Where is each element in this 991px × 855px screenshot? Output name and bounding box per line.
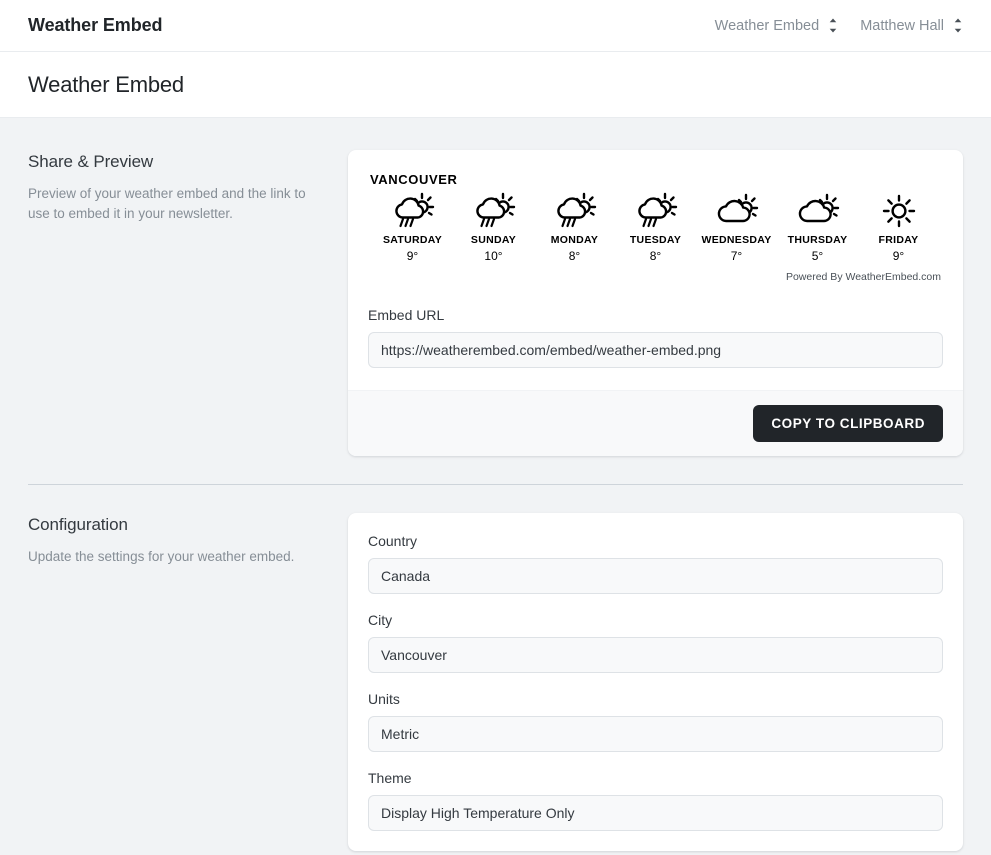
configuration-section-aside: Configuration Update the settings for yo…: [28, 513, 348, 567]
forecast-day: THURSDAY 5°: [777, 191, 858, 263]
section-divider: [28, 484, 963, 485]
embed-url-input[interactable]: [368, 332, 943, 368]
share-section-body: VANCOUVER: [348, 150, 963, 456]
configuration-section-description: Update the settings for your weather emb…: [28, 547, 318, 567]
app-brand-title: Weather Embed: [28, 15, 162, 36]
share-preview-card: VANCOUVER: [348, 150, 963, 456]
units-label: Units: [368, 691, 943, 707]
country-field-group: Country: [368, 533, 943, 594]
up-down-chevron-icon: [953, 17, 963, 34]
app-selector[interactable]: Weather Embed: [715, 17, 839, 34]
forecast-day: FRIDAY 9°: [858, 191, 939, 263]
page-title-bar: Weather Embed: [0, 52, 991, 118]
forecast-day-name: THURSDAY: [788, 234, 848, 246]
forecast-day: SUNDAY 10°: [453, 191, 534, 263]
theme-label: Theme: [368, 770, 943, 786]
forecast-day-temp: 9°: [893, 249, 904, 263]
city-field-group: City: [368, 612, 943, 673]
share-section-heading: Share & Preview: [28, 152, 318, 172]
theme-input[interactable]: [368, 795, 943, 831]
city-label: City: [368, 612, 943, 628]
forecast-day-name: MONDAY: [551, 234, 599, 246]
sun-behind-rain-cloud-icon: [391, 191, 435, 231]
forecast-day-temp: 8°: [569, 249, 580, 263]
sun-icon: [879, 191, 919, 231]
forecast-day-temp: 5°: [812, 249, 823, 263]
share-and-preview-section: Share & Preview Preview of your weather …: [28, 150, 963, 456]
forecast-day-name: WEDNESDAY: [702, 234, 772, 246]
top-navigation-bar: Weather Embed Weather Embed Matthew Hall: [0, 0, 991, 52]
app-selector-label: Weather Embed: [715, 18, 820, 34]
embed-url-field-group: Embed URL: [368, 307, 943, 368]
units-field-group: Units: [368, 691, 943, 752]
configuration-section-heading: Configuration: [28, 515, 318, 535]
user-account-selector[interactable]: Matthew Hall: [860, 17, 963, 34]
forecast-day-name: FRIDAY: [879, 234, 919, 246]
forecast-day: SATURDAY 9°: [372, 191, 453, 263]
share-card-body: VANCOUVER: [348, 150, 963, 390]
configuration-section-body: Country City Units Theme: [348, 513, 963, 851]
sun-behind-rain-cloud-icon: [472, 191, 516, 231]
forecast-day-temp: 10°: [484, 249, 502, 263]
forecast-day-temp: 9°: [407, 249, 418, 263]
configuration-card-body: Country City Units Theme: [348, 513, 963, 851]
configuration-section: Configuration Update the settings for yo…: [28, 513, 963, 851]
sun-behind-cloud-icon: [796, 191, 840, 231]
share-section-aside: Share & Preview Preview of your weather …: [28, 150, 348, 225]
embed-url-label: Embed URL: [368, 307, 943, 323]
weather-forecast-row: SATURDAY 9°: [368, 191, 943, 263]
share-section-description: Preview of your weather embed and the li…: [28, 184, 318, 225]
sun-behind-rain-cloud-icon: [553, 191, 597, 231]
weather-embed-preview: VANCOUVER: [368, 168, 943, 285]
topbar-controls: Weather Embed Matthew Hall: [715, 17, 963, 34]
forecast-day-temp: 8°: [650, 249, 661, 263]
units-input[interactable]: [368, 716, 943, 752]
weather-powered-by-label: Powered By WeatherEmbed.com: [368, 271, 943, 283]
page-title: Weather Embed: [28, 72, 184, 98]
forecast-day-name: SATURDAY: [383, 234, 442, 246]
forecast-day-name: TUESDAY: [630, 234, 681, 246]
copy-to-clipboard-button[interactable]: COPY TO CLIPBOARD: [753, 405, 943, 442]
theme-field-group: Theme: [368, 770, 943, 831]
city-input[interactable]: [368, 637, 943, 673]
forecast-day-temp: 7°: [731, 249, 742, 263]
sun-behind-rain-cloud-icon: [634, 191, 678, 231]
user-account-label: Matthew Hall: [860, 18, 944, 34]
weather-city-label: VANCOUVER: [368, 172, 943, 187]
share-card-footer: COPY TO CLIPBOARD: [348, 390, 963, 456]
country-label: Country: [368, 533, 943, 549]
forecast-day: WEDNESDAY 7°: [696, 191, 777, 263]
up-down-chevron-icon: [828, 17, 838, 34]
configuration-card: Country City Units Theme: [348, 513, 963, 851]
sun-behind-cloud-icon: [715, 191, 759, 231]
country-input[interactable]: [368, 558, 943, 594]
main-content: Share & Preview Preview of your weather …: [0, 118, 991, 851]
forecast-day: MONDAY 8°: [534, 191, 615, 263]
forecast-day-name: SUNDAY: [471, 234, 516, 246]
forecast-day: TUESDAY 8°: [615, 191, 696, 263]
